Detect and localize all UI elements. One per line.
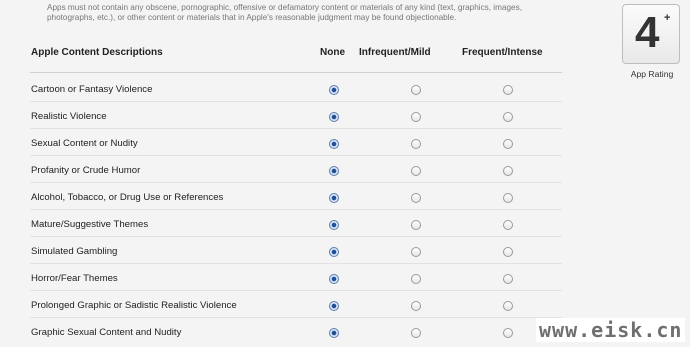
radio-infrequent-mild[interactable]: [411, 112, 421, 122]
radio-none[interactable]: [329, 274, 339, 284]
table-row: Prolonged Graphic or Sadistic Realistic …: [30, 290, 562, 318]
radio-infrequent-mild[interactable]: [411, 220, 421, 230]
radio-infrequent-mild[interactable]: [411, 247, 421, 257]
row-label: Alcohol, Tobacco, or Drug Use or Referen…: [31, 192, 224, 203]
radio-frequent-intense[interactable]: [503, 328, 513, 338]
rating-value: 4: [635, 8, 660, 57]
table-row: Alcohol, Tobacco, or Drug Use or Referen…: [30, 182, 562, 210]
table-row: Realistic Violence: [30, 101, 562, 129]
table-header: Apple Content Descriptions None Infreque…: [30, 47, 562, 61]
radio-infrequent-mild[interactable]: [411, 274, 421, 284]
radio-none[interactable]: [329, 85, 339, 95]
app-rating-badge: 4 +: [622, 4, 680, 64]
row-label: Prolonged Graphic or Sadistic Realistic …: [31, 300, 237, 311]
row-label: Graphic Sexual Content and Nudity: [31, 327, 182, 338]
radio-none[interactable]: [329, 139, 339, 149]
row-label: Profanity or Crude Humor: [31, 165, 141, 176]
table-row: Cartoon or Fantasy Violence: [30, 74, 562, 102]
row-label: Simulated Gambling: [31, 246, 118, 257]
table-row: Horror/Fear Themes: [30, 263, 562, 291]
rating-plus-sign: +: [664, 12, 671, 24]
radio-frequent-intense[interactable]: [503, 166, 513, 176]
radio-none[interactable]: [329, 166, 339, 176]
radio-frequent-intense[interactable]: [503, 85, 513, 95]
radio-infrequent-mild[interactable]: [411, 301, 421, 311]
radio-infrequent-mild[interactable]: [411, 328, 421, 338]
row-label: Sexual Content or Nudity: [31, 138, 138, 149]
column-header-descriptions: Apple Content Descriptions: [31, 47, 163, 58]
radio-none[interactable]: [329, 220, 339, 230]
column-header-frequent-intense: Frequent/Intense: [462, 47, 543, 58]
header-divider: [30, 72, 562, 73]
radio-frequent-intense[interactable]: [503, 247, 513, 257]
radio-infrequent-mild[interactable]: [411, 166, 421, 176]
radio-frequent-intense[interactable]: [503, 274, 513, 284]
app-rating-caption: App Rating: [630, 69, 674, 79]
radio-frequent-intense[interactable]: [503, 112, 513, 122]
table-row: Profanity or Crude Humor: [30, 155, 562, 183]
table-row: Mature/Suggestive Themes: [30, 209, 562, 237]
content-notice: Apps must not contain any obscene, porno…: [47, 3, 522, 22]
table-row: Simulated Gambling: [30, 236, 562, 264]
row-label: Realistic Violence: [31, 111, 107, 122]
table-row: Graphic Sexual Content and Nudity: [30, 317, 562, 344]
watermark: www.eisk.cn: [536, 318, 686, 342]
radio-infrequent-mild[interactable]: [411, 193, 421, 203]
radio-none[interactable]: [329, 301, 339, 311]
radio-none[interactable]: [329, 112, 339, 122]
column-header-infrequent-mild: Infrequent/Mild: [359, 47, 431, 58]
radio-none[interactable]: [329, 328, 339, 338]
radio-frequent-intense[interactable]: [503, 220, 513, 230]
radio-infrequent-mild[interactable]: [411, 139, 421, 149]
radio-frequent-intense[interactable]: [503, 301, 513, 311]
row-label: Horror/Fear Themes: [31, 273, 118, 284]
radio-none[interactable]: [329, 193, 339, 203]
radio-infrequent-mild[interactable]: [411, 85, 421, 95]
table-row: Sexual Content or Nudity: [30, 128, 562, 156]
radio-none[interactable]: [329, 247, 339, 257]
row-label: Cartoon or Fantasy Violence: [31, 84, 153, 95]
radio-frequent-intense[interactable]: [503, 193, 513, 203]
radio-frequent-intense[interactable]: [503, 139, 513, 149]
row-label: Mature/Suggestive Themes: [31, 219, 149, 230]
column-header-none: None: [320, 47, 345, 58]
